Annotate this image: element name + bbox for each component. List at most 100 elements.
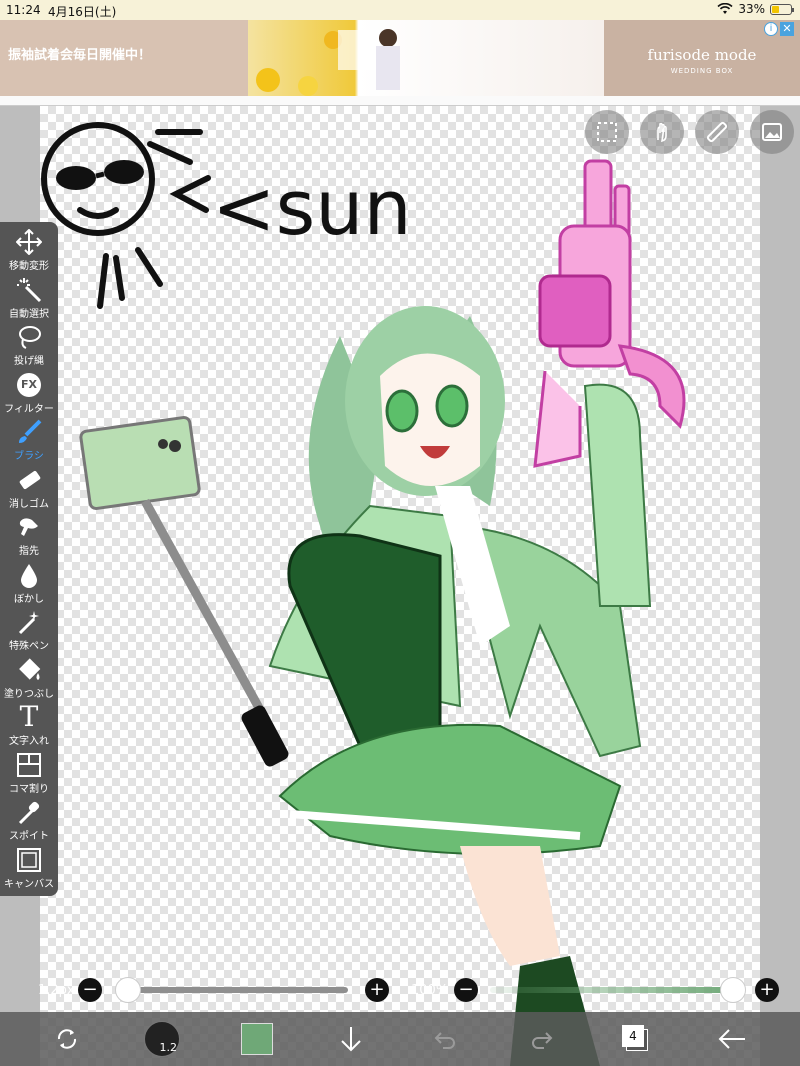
ad-left-panel[interactable]: 振袖試着会毎日開催中！ (0, 20, 248, 96)
tool-canvas[interactable]: キャンバス (0, 846, 58, 893)
tool-finger[interactable]: 指先 (0, 513, 58, 560)
special-pen-icon (15, 608, 43, 636)
redo-button[interactable] (520, 1012, 562, 1066)
brush-size-slider[interactable] (120, 987, 348, 993)
selection-button[interactable] (585, 110, 629, 154)
ad-left-text: 振袖試着会毎日開催中！ (8, 48, 152, 63)
undo-icon (434, 1032, 455, 1049)
image-icon (762, 123, 782, 141)
tool-move[interactable]: 移動変形 (0, 228, 58, 275)
opacity-slider-handle[interactable] (720, 977, 746, 1003)
text-icon: T (19, 700, 39, 733)
lasso-icon (15, 323, 43, 351)
brush-size-slider-handle[interactable] (115, 977, 141, 1003)
undo-button[interactable] (425, 1012, 467, 1066)
brush-size-value: 1.2 (159, 1041, 178, 1054)
status-time: 11:24 (6, 3, 41, 17)
finger-icon (15, 513, 43, 541)
material-button[interactable] (750, 110, 794, 154)
tool-label: 移動変形 (9, 261, 49, 272)
tool-lasso[interactable]: 投げ縄 (0, 323, 58, 370)
eraser-icon (15, 466, 43, 494)
wifi-icon (717, 3, 733, 14)
artwork: <sun (41, 122, 686, 1066)
ad-info-icon[interactable]: i (764, 22, 778, 36)
blur-icon (15, 561, 43, 589)
fx-icon: FX (15, 371, 43, 399)
transform-button[interactable] (42, 1012, 92, 1066)
opacity-slider[interactable] (490, 987, 735, 993)
opacity-label: 100% (411, 983, 449, 998)
move-icon (15, 228, 43, 256)
ad-image[interactable] (248, 20, 604, 96)
tool-label: ぼかし (14, 593, 44, 605)
arrow-left-icon (718, 1029, 745, 1049)
ad-photo (256, 29, 400, 96)
fill-icon (15, 656, 43, 684)
battery-icon (770, 3, 794, 15)
layers-icon: 4 (622, 1025, 650, 1053)
transform-arrows-icon (57, 1029, 77, 1049)
ad-close-icon[interactable]: ✕ (780, 22, 794, 36)
arrow-down-icon (341, 1027, 361, 1052)
brush-size-minus-button[interactable]: − (78, 978, 102, 1002)
tool-fill[interactable]: 塗りつぶし (0, 656, 58, 703)
ad-brand-sub: WEDDING BOX (670, 67, 734, 75)
tool-label: 塗りつぶし (3, 688, 55, 700)
move-down-button[interactable] (330, 1012, 372, 1066)
hand-icon (657, 122, 667, 143)
ad-brand: furisode mode (647, 46, 757, 64)
layers-button[interactable]: 4 (614, 1012, 658, 1066)
current-color-swatch (241, 1023, 273, 1055)
tool-magic-wand[interactable]: 自動選択 (0, 276, 58, 323)
canvas-icon (15, 846, 43, 874)
opacity-plus-button[interactable]: + (755, 978, 779, 1002)
selfie-stick (79, 416, 289, 767)
redo-icon (532, 1032, 553, 1049)
sun-doodle (41, 122, 211, 309)
tool-label: キャンバス (4, 878, 54, 890)
tool-fx[interactable]: FX フィルター (0, 371, 58, 418)
selection-icon (597, 122, 617, 142)
tool-text[interactable]: T 文字入れ (0, 703, 58, 750)
brush-size-button[interactable]: 1.2 (140, 1012, 184, 1066)
tool-frame-divide[interactable]: コマ割り (0, 751, 58, 798)
tool-label: スポイト (9, 831, 49, 842)
toolbar-strip (0, 96, 800, 106)
tool-eyedropper[interactable]: スポイト (0, 798, 58, 845)
sketch-text: <sun (212, 163, 412, 252)
color-button[interactable] (238, 1012, 276, 1066)
tool-label: 指先 (19, 546, 39, 557)
bottom-bar (0, 1012, 800, 1066)
character (268, 306, 652, 1066)
brush-icon (15, 418, 43, 446)
tool-label: 文字入れ (9, 736, 49, 747)
eyedropper-icon (15, 798, 43, 826)
tool-palette: 移動変形 自動選択 投げ縄 FX フィルター ブラシ 消しゴム 指先 ぼかし 特殊ペン 塗りつぶし T… (0, 222, 58, 896)
status-right: 33% (717, 2, 794, 16)
magic-wand-icon (15, 276, 43, 304)
tool-label: フィルター (4, 403, 54, 415)
status-bar: 11:24 4月16日(土) 33% (0, 0, 800, 20)
tool-blur[interactable]: ぼかし (0, 561, 58, 608)
tool-label: 自動選択 (9, 308, 49, 320)
brush-size-circle: 1.2 (144, 1021, 180, 1057)
ruler-button[interactable] (695, 110, 739, 154)
tool-special-pen[interactable]: 特殊ペン (0, 608, 58, 655)
ad-banner[interactable]: 振袖試着会毎日開催中！ furisode mode WEDDING BOX i … (0, 20, 800, 96)
brush-size-label: 1.2px (38, 983, 75, 998)
tool-label: コマ割り (9, 783, 49, 795)
tool-eraser[interactable]: 消しゴム (0, 466, 58, 513)
opacity-minus-button[interactable]: − (454, 978, 478, 1002)
status-date: 4月16日(土) (48, 5, 117, 19)
tool-brush[interactable]: ブラシ (0, 418, 58, 465)
battery-percent: 33% (738, 2, 765, 16)
tool-label: 特殊ペン (9, 641, 49, 652)
touch-button[interactable] (640, 110, 684, 154)
brush-size-plus-button[interactable]: + (365, 978, 389, 1002)
back-button[interactable] (710, 1012, 754, 1066)
tool-label: 投げ縄 (14, 356, 44, 367)
drawing-canvas[interactable]: <sun (40, 106, 760, 1066)
battery-fill (772, 5, 779, 13)
ruler-icon (706, 121, 728, 143)
